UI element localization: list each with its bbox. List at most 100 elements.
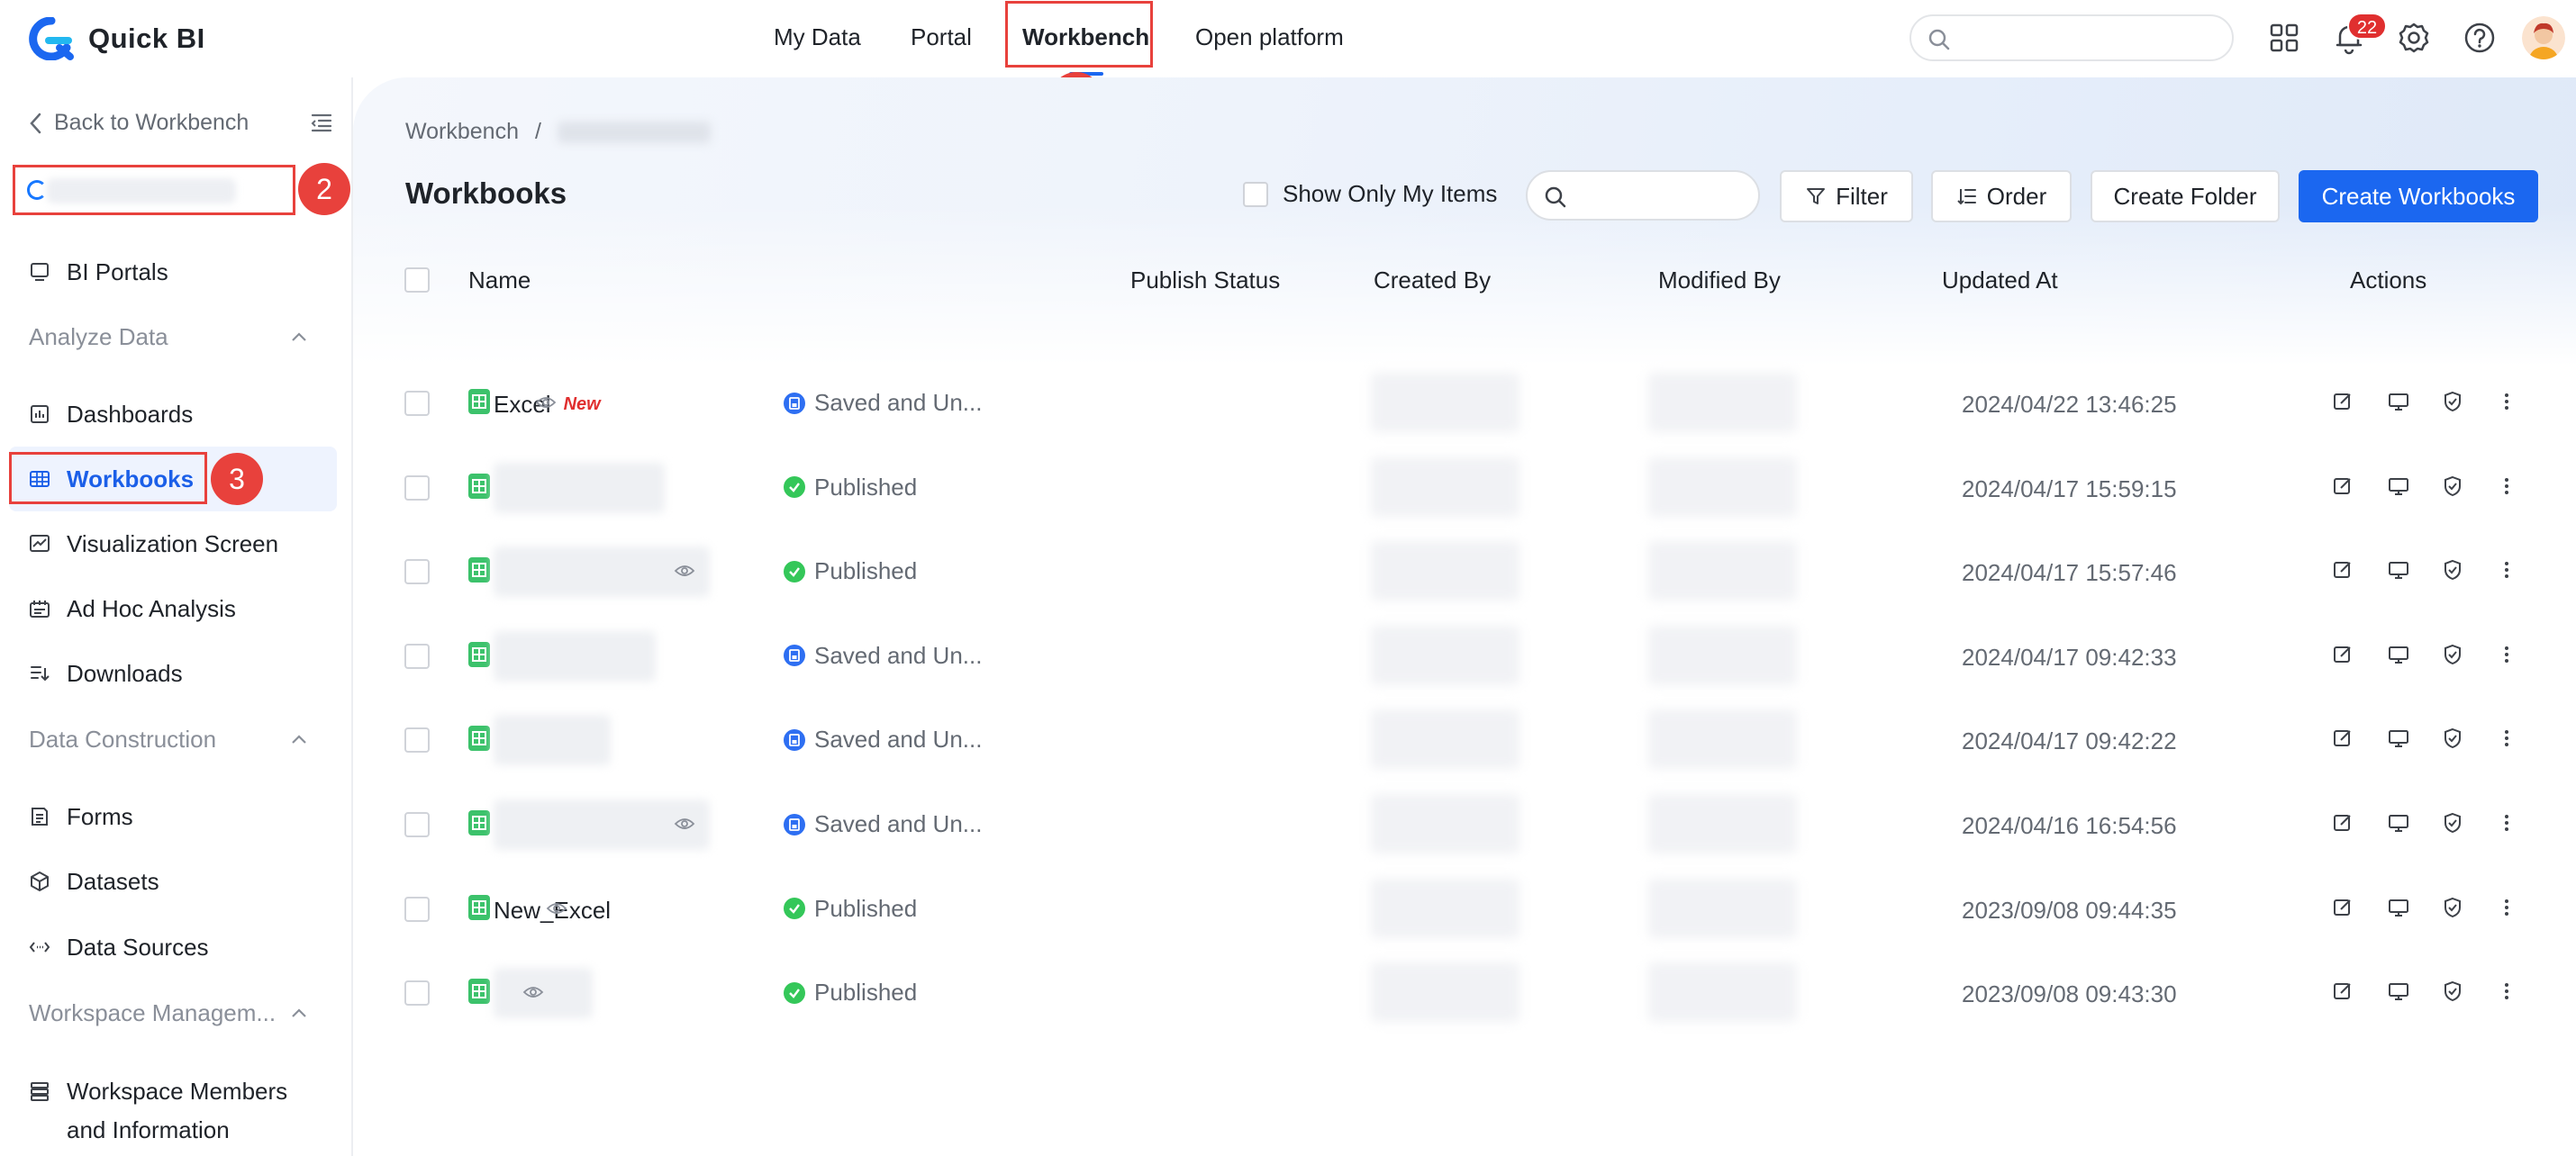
shield-icon[interactable] <box>2441 811 2464 835</box>
row-checkbox[interactable] <box>404 643 430 669</box>
more-icon[interactable] <box>2495 811 2518 835</box>
filter-button[interactable]: Filter <box>1780 170 1913 222</box>
table-row[interactable]: Published 2024/04/17 15:59:15 <box>389 447 2569 531</box>
sidebar-group-analyze-data[interactable]: Analyze Data <box>29 319 308 355</box>
create-workbooks-button[interactable]: Create Workbooks <box>2299 170 2538 222</box>
more-icon[interactable] <box>2495 390 2518 413</box>
sidebar-item-visualization-screen[interactable]: Visualization Screen <box>29 526 278 562</box>
user-avatar[interactable] <box>2522 16 2565 59</box>
collapse-sidebar-icon[interactable] <box>310 112 333 133</box>
more-icon[interactable] <box>2495 558 2518 582</box>
sidebar-item-data-sources[interactable]: Data Sources <box>29 929 209 965</box>
edit-icon[interactable] <box>2331 896 2354 919</box>
nav-portal[interactable]: Portal <box>911 23 972 51</box>
edit-icon[interactable] <box>2331 558 2354 582</box>
status-text: Published <box>814 979 918 1007</box>
sidebar-item-workspace-members[interactable]: Workspace Members and Information <box>29 1072 287 1150</box>
modified-by-redacted <box>1648 373 1797 432</box>
table-row[interactable]: Published 2023/09/08 09:43:30 <box>389 952 2569 1036</box>
shield-icon[interactable] <box>2441 980 2464 1003</box>
table-row[interactable]: New_Excel Published 2023/09/08 09:44:35 <box>389 868 2569 953</box>
preview-eye-icon[interactable] <box>674 816 695 832</box>
row-checkbox[interactable] <box>404 391 430 416</box>
sidebar-item-ad-hoc-analysis[interactable]: Ad Hoc Analysis <box>29 591 236 627</box>
more-icon[interactable] <box>2495 980 2518 1003</box>
shield-icon[interactable] <box>2441 558 2464 582</box>
sidebar-group-workspace-management[interactable]: Workspace Managem... <box>29 995 308 1031</box>
shield-icon[interactable] <box>2441 727 2464 750</box>
shield-icon[interactable] <box>2441 896 2464 919</box>
workbook-name-redacted[interactable] <box>494 630 656 682</box>
row-checkbox[interactable] <box>404 474 430 501</box>
workbook-search-input[interactable] <box>1526 170 1760 221</box>
global-search-input[interactable] <box>1909 14 2234 61</box>
row-checkbox[interactable] <box>404 896 430 922</box>
filter-icon <box>1807 188 1826 204</box>
table-row[interactable]: Saved and Un... 2024/04/17 09:42:22 <box>389 699 2569 783</box>
row-checkbox[interactable] <box>404 727 430 754</box>
show-only-my-items-checkbox[interactable]: Show Only My Items <box>1243 180 1497 208</box>
table-row[interactable]: Saved and Un... 2024/04/17 09:42:33 <box>389 615 2569 700</box>
shield-icon[interactable] <box>2441 390 2464 413</box>
edit-icon[interactable] <box>2331 727 2354 750</box>
edit-icon[interactable] <box>2331 811 2354 835</box>
apps-grid-icon[interactable] <box>2266 20 2302 56</box>
present-icon[interactable] <box>2387 474 2410 498</box>
modified-by-redacted <box>1648 709 1797 770</box>
column-modified-by[interactable]: Modified By <box>1658 266 1781 294</box>
nav-open-platform[interactable]: Open platform <box>1195 23 1344 51</box>
sidebar-item-dashboards[interactable]: Dashboards <box>29 396 193 432</box>
sidebar-item-bi-portals[interactable]: BI Portals <box>29 254 168 290</box>
sidebar-item-forms[interactable]: Forms <box>29 799 133 835</box>
workbook-name-redacted[interactable] <box>494 462 665 513</box>
present-icon[interactable] <box>2387 643 2410 666</box>
shield-icon[interactable] <box>2441 474 2464 498</box>
column-publish-status[interactable]: Publish Status <box>1130 266 1280 294</box>
column-updated-at[interactable]: Updated At <box>1942 266 2058 294</box>
sidebar-group-data-construction[interactable]: Data Construction <box>29 721 308 757</box>
edit-icon[interactable] <box>2331 474 2354 498</box>
present-icon[interactable] <box>2387 980 2410 1003</box>
more-icon[interactable] <box>2495 643 2518 666</box>
preview-eye-icon[interactable] <box>546 900 567 917</box>
nav-my-data[interactable]: My Data <box>774 23 861 51</box>
table-row[interactable]: Published 2024/04/17 15:57:46 <box>389 530 2569 615</box>
preview-eye-icon[interactable] <box>522 984 544 1000</box>
preview-eye-icon[interactable] <box>535 394 557 411</box>
checkbox[interactable] <box>1243 181 1268 207</box>
created-by-redacted <box>1371 878 1519 938</box>
gear-icon[interactable] <box>2396 20 2432 56</box>
present-icon[interactable] <box>2387 811 2410 835</box>
table-row[interactable]: Excel New Saved and Un... 2024/04/22 13:46:… <box>389 362 2569 447</box>
shield-icon[interactable] <box>2441 643 2464 666</box>
create-folder-button[interactable]: Create Folder <box>2091 170 2280 222</box>
more-icon[interactable] <box>2495 474 2518 498</box>
row-checkbox[interactable] <box>404 812 430 837</box>
breadcrumb-workbench[interactable]: Workbench <box>405 119 519 145</box>
help-icon[interactable] <box>2462 20 2498 56</box>
column-created-by[interactable]: Created By <box>1374 266 1491 294</box>
select-all-checkbox[interactable] <box>404 267 430 293</box>
present-icon[interactable] <box>2387 390 2410 413</box>
order-button[interactable]: Order <box>1931 170 2072 222</box>
table-row[interactable]: Saved and Un... 2024/04/16 16:54:56 <box>389 783 2569 868</box>
row-checkbox[interactable] <box>404 980 430 1007</box>
more-icon[interactable] <box>2495 896 2518 919</box>
workbook-name-redacted[interactable] <box>494 715 611 766</box>
column-name[interactable]: Name <box>468 266 531 294</box>
present-icon[interactable] <box>2387 558 2410 582</box>
sidebar-item-downloads[interactable]: Downloads <box>29 655 183 691</box>
sidebar-item-datasets[interactable]: Datasets <box>29 863 159 899</box>
preview-eye-icon[interactable] <box>674 563 695 579</box>
edit-icon[interactable] <box>2331 643 2354 666</box>
edit-icon[interactable] <box>2331 980 2354 1003</box>
breadcrumb-workspace-redacted[interactable] <box>557 121 711 143</box>
row-checkbox[interactable] <box>404 559 430 585</box>
edit-icon[interactable] <box>2331 390 2354 413</box>
more-icon[interactable] <box>2495 727 2518 750</box>
present-icon[interactable] <box>2387 727 2410 750</box>
present-icon[interactable] <box>2387 896 2410 919</box>
logo[interactable]: Quick BI <box>27 17 205 60</box>
status-text: Published <box>814 473 918 501</box>
back-to-workbench-link[interactable]: Back to Workbench <box>29 110 249 136</box>
